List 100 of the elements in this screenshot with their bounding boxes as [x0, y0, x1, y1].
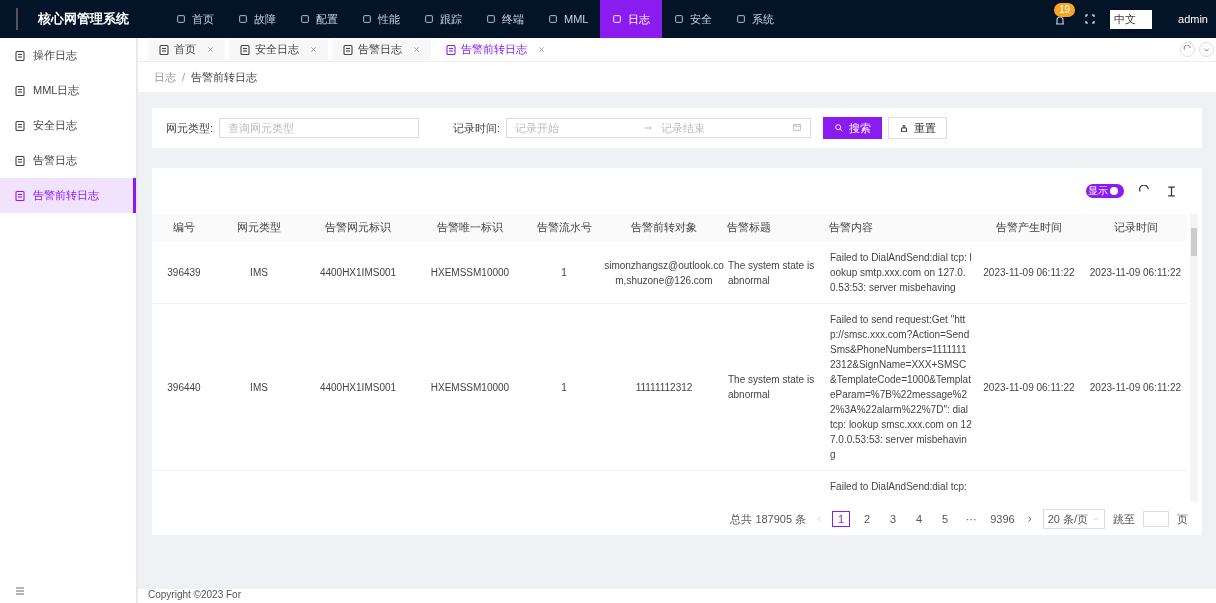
column-height-icon [1165, 184, 1178, 198]
close-icon [412, 44, 421, 54]
document-icon [342, 43, 354, 56]
collapse-icon [14, 585, 26, 597]
document-icon [14, 84, 26, 97]
column-header: 告警产生时间 [974, 214, 1084, 242]
nav-icon [674, 14, 685, 24]
page-button[interactable]: 9396 [988, 511, 1017, 527]
table-cell: IMS [250, 381, 268, 393]
table-cell: The system state is abnormal [728, 259, 815, 286]
breadcrumb-separator: / [182, 71, 186, 83]
page-button[interactable]: ··· [962, 511, 981, 527]
tab[interactable]: 安全日志 [229, 39, 328, 60]
table-cell: 11111112312 [635, 381, 693, 393]
nav-item[interactable]: 系统 [724, 0, 787, 38]
column-header: 告警唯一标识 [414, 214, 526, 242]
reset-icon [899, 123, 910, 133]
notification-badge: 19 [1054, 3, 1076, 17]
table-cell: 4400HX1IMS001 [319, 267, 397, 278]
column-header: 网元类型 [216, 214, 302, 242]
column-header: 告警网元标识 [302, 214, 414, 242]
breadcrumb-item: 告警前转日志 [191, 69, 258, 85]
document-icon [158, 43, 170, 56]
nav-item[interactable]: 性能 [350, 0, 412, 38]
search-button[interactable]: 搜索 [823, 117, 883, 139]
sidebar-item[interactable]: 告警日志 [0, 143, 136, 178]
nav-item[interactable]: 安全 [662, 0, 725, 38]
nav-item[interactable]: 首页 [164, 0, 226, 38]
table-cell: IMS [250, 267, 268, 278]
calendar-icon [792, 122, 803, 132]
table-cell: simonzhangsz@outlook.com,shuzone@126.com [604, 259, 724, 286]
page-button[interactable]: 1 [832, 511, 851, 527]
nav-item[interactable]: 终端 [474, 0, 536, 38]
sidebar-item[interactable]: MML日志 [0, 73, 136, 108]
table-cell: 396439 [167, 267, 201, 278]
chevron-down-icon [1092, 515, 1100, 523]
table-cell: HXEMSSM10000 [430, 267, 510, 278]
sidebar-item[interactable]: 告警前转日志 [0, 178, 136, 213]
nav-item[interactable]: 故障 [226, 0, 288, 38]
copyright-text: Copyright ©2023 For [138, 589, 1216, 603]
close-icon [537, 44, 546, 54]
page-input[interactable] [1143, 511, 1169, 527]
nav-item[interactable]: MML [536, 0, 601, 38]
sidebar-item[interactable]: 安全日志 [0, 108, 136, 143]
user-name[interactable]: admin [1178, 13, 1208, 25]
arrow-right-icon [643, 123, 654, 133]
column-header: 告警流水号 [526, 214, 602, 242]
field-label: 记录时间: [453, 120, 501, 136]
table-cell: 2023-11-09 06:11:22 [983, 267, 1075, 278]
table-cell: Failed to DialAndSend:dial tcp: [830, 481, 967, 492]
nav-icon [300, 14, 310, 24]
nav-icon [176, 14, 186, 24]
total-count: 总共 187905 条 [730, 511, 807, 527]
table-cell: 2023-11-09 06:11:22 [1089, 381, 1182, 393]
nav-icon [548, 14, 558, 24]
page-size-select[interactable]: 20 条/页 [1042, 509, 1105, 529]
field-label: 网元类型: [166, 120, 214, 136]
page-button[interactable]: 4 [910, 511, 929, 527]
table-cell: HXEMSSM10000 [430, 381, 510, 393]
table-cell: 1 [561, 267, 567, 278]
nav-item[interactable]: 日志 [600, 0, 663, 38]
column-header: 编号 [152, 214, 216, 242]
column-header: 告警标题 [726, 214, 828, 242]
table-cell: 1 [561, 381, 567, 393]
column-header: 记录时间 [1084, 214, 1187, 242]
nav-icon [486, 14, 496, 24]
scrollbar[interactable] [1190, 214, 1198, 502]
chevron-down-icon [1202, 45, 1211, 54]
nav-item[interactable]: 跟踪 [412, 0, 474, 38]
fullscreen-icon [1084, 13, 1097, 25]
document-icon [445, 43, 457, 56]
close-icon [206, 44, 215, 54]
table-cell: 2023-11-09 06:11:22 [1089, 267, 1182, 278]
bell-icon [1054, 15, 1067, 27]
tab[interactable]: 告警日志 [332, 39, 431, 60]
nav-icon [612, 14, 623, 24]
reset-button[interactable]: 重置 [888, 117, 948, 139]
app-title: 核心网管理系统 [16, 8, 148, 30]
page-unit: 页 [1177, 511, 1188, 527]
column-header: 告警前转对象 [602, 214, 726, 242]
column-header: 告警内容 [828, 214, 974, 242]
nav-icon [736, 14, 747, 24]
page-button[interactable]: 2 [858, 511, 877, 527]
tab[interactable]: 首页 [148, 39, 225, 60]
display-toggle[interactable]: 显示 [1086, 184, 1124, 198]
document-icon [14, 154, 26, 167]
table-cell: Failed to DialAndSend:dial tcp: lookup smtp.xxx.com on 127.0.0.53:53: server misbehaving [830, 252, 972, 293]
nav-icon [362, 14, 372, 24]
nav-item[interactable]: 配置 [288, 0, 350, 38]
table-cell: Failed to send request:Get "http://smsc.xxx.com?Action=SendSms&PhoneNumbers=11111112312&SignName=XXX+SMSC&TemplateCode=1000&TemplateParam=%7B%22message%22%3A%22alarm%22%7D": dial tcp: lookup smsc.xxx.com on 127.0.0.53:53: server misbehaving [830, 314, 972, 460]
close-icon [309, 44, 318, 54]
page-button[interactable]: 3 [884, 511, 903, 527]
table-cell: 4400HX1IMS001 [319, 381, 397, 393]
page-button[interactable]: 5 [936, 511, 955, 527]
document-icon [14, 49, 26, 62]
search-icon [834, 123, 845, 133]
language-select[interactable]: 中文 [1110, 9, 1153, 29]
document-icon [14, 189, 26, 202]
sidebar-item[interactable]: 操作日志 [0, 38, 136, 73]
document-icon [239, 43, 251, 56]
